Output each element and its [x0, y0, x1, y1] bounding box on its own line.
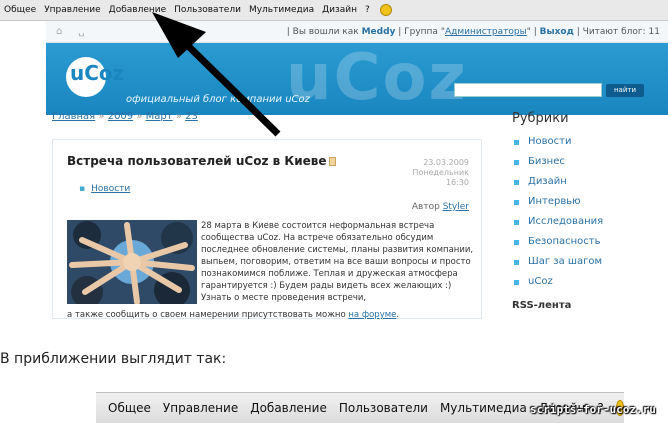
post-tail: а также сообщить о своем намерении прису… [67, 310, 400, 320]
username-link[interactable]: Meddy [362, 27, 396, 37]
search-input[interactable] [454, 83, 602, 97]
zoom-menu-users[interactable]: Пользователи [339, 401, 428, 415]
group-label: Группа [404, 27, 438, 37]
sidebar-item-news[interactable]: Новости [512, 136, 662, 156]
post-body: 28 марта в Киеве состоится неформальная … [201, 221, 474, 303]
logout-link[interactable]: Выход [540, 27, 574, 37]
home-icon[interactable]: ⌂ ␣ [56, 26, 85, 37]
sidebar-item-security[interactable]: Безопасность [512, 236, 662, 256]
sidebar-item-interview[interactable]: Интервью [512, 196, 662, 216]
hands-photo-illustration [67, 220, 197, 304]
zoom-menu-management[interactable]: Управление [163, 401, 238, 415]
forum-link[interactable]: на форуме [348, 310, 396, 320]
rss-feed-link[interactable]: RSS-лента [512, 300, 662, 311]
zoom-menu-general[interactable]: Общее [108, 401, 151, 415]
menu-general[interactable]: Общее [4, 5, 36, 15]
breadcrumb-sep: » [175, 111, 182, 122]
search-button[interactable]: найти [606, 84, 644, 97]
post-title-text[interactable]: Встреча пользователей uCoz в Киеве [67, 154, 327, 168]
breadcrumb-month[interactable]: Март [146, 111, 173, 122]
sidebar-item-ucoz[interactable]: uCoz [512, 276, 662, 296]
edit-icon[interactable] [328, 157, 336, 166]
blog-site: ⌂ ␣ | Вы вошли как Meddy | Группа "Админ… [46, 21, 668, 323]
breadcrumb-day[interactable]: 23 [185, 111, 198, 122]
post-weekday: Понедельник [412, 168, 469, 177]
post-tail-text: а также сообщить о своем намерении прису… [67, 310, 346, 320]
site-header-banner: uCoz uCoz официальный блог компании uCoz… [46, 43, 668, 115]
sidebar: Рубрики Новости Бизнес Дизайн Интервью И… [512, 111, 662, 311]
sidebar-item-design[interactable]: Дизайн [512, 176, 662, 196]
post-category-link[interactable]: Новости [79, 184, 130, 194]
menu-multimedia[interactable]: Мультимедиа [249, 5, 314, 15]
author-label: Автор [411, 202, 440, 212]
site-logo[interactable]: uCoz [70, 61, 124, 85]
admin-toolbar: Общее Управление Добавление Пользователи… [0, 0, 668, 21]
banner-watermark-text: uCoz [286, 43, 468, 115]
breadcrumb: Главная » 2009 » Март » 23 [52, 111, 198, 122]
caption-text: В приближении выглядит так: [0, 351, 227, 367]
menu-help[interactable]: ? [365, 5, 370, 15]
site-tagline: официальный блог компании uCoz [126, 94, 310, 105]
menu-design[interactable]: Дизайн [322, 5, 357, 15]
sidebar-item-research[interactable]: Исследования [512, 216, 662, 236]
site-watermark: scripts-for-ucoz.ru [530, 403, 656, 416]
breadcrumb-year[interactable]: 2009 [108, 111, 133, 122]
zoom-menu-add[interactable]: Добавление [250, 401, 327, 415]
post-date: 23.03.2009 Понедельник 16:30 [412, 158, 469, 188]
menu-users[interactable]: Пользователи [174, 5, 241, 15]
breadcrumb-sep: » [98, 111, 105, 122]
blog-post: Встреча пользователей uCoz в Киеве 23.03… [52, 139, 482, 320]
zoom-menu-multimedia[interactable]: Мультимедиа [440, 401, 527, 415]
post-date-value: 23.03.2009 [423, 158, 469, 167]
group-link[interactable]: Администраторы [445, 27, 527, 37]
author-link[interactable]: Styler [443, 202, 469, 212]
user-info: | Вы вошли как Meddy | Группа "Администр… [286, 27, 660, 37]
sidebar-item-step-by-step[interactable]: Шаг за шагом [512, 256, 662, 276]
post-photo [67, 220, 197, 304]
sidebar-title: Рубрики [512, 111, 569, 126]
logged-as-label: Вы вошли как [292, 27, 359, 37]
post-time: 16:30 [445, 178, 469, 187]
user-bar: ⌂ ␣ | Вы вошли как Meddy | Группа "Админ… [46, 21, 668, 43]
breadcrumb-home[interactable]: Главная [52, 111, 95, 122]
breadcrumb-sep: » [136, 111, 143, 122]
post-author: Автор Styler [412, 202, 469, 212]
readers-count: Читают блог: 11 [582, 27, 660, 37]
post-title[interactable]: Встреча пользователей uCoz в Киеве [67, 154, 336, 168]
sidebar-item-business[interactable]: Бизнес [512, 156, 662, 176]
menu-add[interactable]: Добавление [109, 5, 166, 15]
search-help-icon[interactable] [379, 4, 392, 16]
menu-management[interactable]: Управление [44, 5, 100, 15]
